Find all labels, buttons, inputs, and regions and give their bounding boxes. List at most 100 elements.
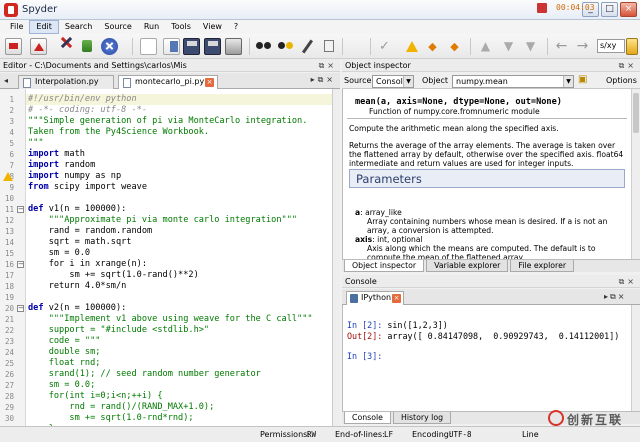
object-inspector-controls[interactable]: ⧉× bbox=[619, 59, 637, 72]
object-inspector-header: Object inspector ⧉× bbox=[342, 59, 640, 72]
code-line: sm = 0.0 bbox=[28, 248, 91, 258]
menu-help[interactable]: ? bbox=[228, 20, 244, 34]
menu-view[interactable]: View bbox=[197, 20, 228, 34]
editor-pane-controls[interactable]: ⧉× bbox=[319, 59, 337, 72]
editor-tab-montecarlo[interactable]: montecarlo_pi.py × bbox=[118, 75, 218, 90]
warning-icon[interactable] bbox=[3, 172, 13, 181]
fold-toggle-icon[interactable]: − bbox=[17, 206, 24, 213]
chevron-down-icon: ▼ bbox=[563, 76, 573, 87]
options-button[interactable]: Options bbox=[606, 76, 637, 85]
menu-search[interactable]: Search bbox=[59, 20, 98, 34]
console-pane-controls[interactable]: ⧉× bbox=[619, 275, 637, 288]
editor-scrollbar[interactable] bbox=[332, 89, 340, 426]
encoding-value: UTF-8 bbox=[449, 430, 472, 439]
encoding-label: Encoding: bbox=[412, 430, 452, 439]
maximize-button[interactable]: □ bbox=[601, 2, 618, 17]
ipython-console[interactable]: In [2]: sin([1,2,3]) Out[2]: array([ 0.8… bbox=[342, 305, 640, 411]
doc-description: Returns the average of the array element… bbox=[349, 141, 624, 168]
working-dir-combo[interactable]: s/xy bbox=[597, 39, 625, 53]
fold-toggle-icon[interactable]: − bbox=[17, 261, 24, 268]
tab-object-inspector[interactable]: Object inspector bbox=[344, 260, 425, 272]
save-icon[interactable] bbox=[183, 38, 200, 55]
code-line: from scipy import weave bbox=[28, 182, 148, 192]
line-label: Line bbox=[522, 430, 539, 439]
menu-edit[interactable]: Edit bbox=[29, 20, 59, 34]
back-icon[interactable]: ← bbox=[553, 38, 570, 55]
close-tab-icon[interactable]: × bbox=[392, 294, 401, 303]
menu-file[interactable]: File bbox=[4, 20, 29, 34]
doc-summary: Compute the arithmetic mean along the sp… bbox=[349, 124, 559, 133]
tab-variable-explorer[interactable]: Variable explorer bbox=[426, 260, 509, 272]
code-line: #!/usr/bin/env python bbox=[28, 94, 137, 104]
editor-tab-controls[interactable]: ▸⧉× bbox=[311, 75, 336, 85]
stop-kernel-icon[interactable] bbox=[537, 3, 547, 13]
warning-icon[interactable] bbox=[403, 38, 420, 55]
tag-icon[interactable] bbox=[321, 38, 338, 55]
run-icon[interactable] bbox=[79, 38, 96, 55]
param-axis-label: axis: int, optional bbox=[355, 235, 423, 244]
code-line: sqrt = math.sqrt bbox=[28, 237, 132, 247]
code-line: srand(1); // seed random number generato… bbox=[28, 369, 261, 379]
open-file-icon[interactable] bbox=[30, 38, 47, 55]
find-replace-icon[interactable] bbox=[277, 38, 294, 55]
arrow-down-icon[interactable]: ▼ bbox=[500, 38, 517, 55]
print-icon[interactable] bbox=[225, 38, 242, 55]
code-line: """Simple generation of pi via MonteCarl… bbox=[28, 116, 308, 126]
stop-icon[interactable] bbox=[101, 38, 118, 55]
line-number: 21 bbox=[4, 315, 14, 324]
check-icon[interactable]: ✓ bbox=[376, 38, 393, 55]
console-tab-controls[interactable]: ▸⧉× bbox=[604, 292, 636, 302]
line-number: 12 bbox=[4, 216, 14, 225]
copy-doc-icon[interactable] bbox=[163, 38, 180, 55]
watermark-logo bbox=[548, 410, 564, 426]
line-number: 10 bbox=[4, 194, 14, 203]
scrollbar-thumb[interactable] bbox=[633, 93, 639, 133]
line-number: 23 bbox=[4, 337, 14, 346]
tab-file-explorer[interactable]: File explorer bbox=[510, 260, 575, 272]
chevron-down-icon: ▼ bbox=[403, 76, 413, 87]
find-icon[interactable] bbox=[255, 38, 272, 55]
code-line: code = """ bbox=[28, 336, 101, 346]
tab-history-log[interactable]: History log bbox=[392, 412, 452, 424]
fold-toggle-icon[interactable]: − bbox=[17, 305, 24, 312]
code-line: sm += sqrt(1.0-rnd*rnd); bbox=[28, 413, 194, 423]
code-line: def v2(n = 100000): bbox=[28, 303, 127, 313]
code-line: Taken from the Py4Science Workbook. bbox=[28, 127, 210, 137]
object-combo[interactable]: numpy.mean ▼ bbox=[452, 75, 574, 88]
console-tab-ipython[interactable]: IPython 1 × bbox=[346, 291, 404, 305]
tab-list-icon[interactable]: ◂ bbox=[4, 76, 8, 85]
editor-tab-interpolation[interactable]: Interpolation.py bbox=[18, 75, 114, 89]
close-tab-icon[interactable]: × bbox=[205, 78, 214, 87]
parameters-section-header: Parameters bbox=[349, 169, 625, 188]
code-editor[interactable]: 1 #!/usr/bin/env python 2 # -*- coding: utf… bbox=[0, 89, 340, 426]
arrow-down-alt-icon[interactable]: ▼ bbox=[522, 38, 539, 55]
lock-icon[interactable]: ▣ bbox=[578, 74, 587, 85]
wand-icon[interactable] bbox=[299, 38, 316, 55]
down-arrow-icon[interactable]: ◆ bbox=[446, 38, 463, 55]
new-doc-icon[interactable] bbox=[140, 38, 157, 55]
object-label: Object bbox=[422, 76, 449, 85]
menu-source[interactable]: Source bbox=[98, 20, 137, 34]
doc-scrollbar[interactable] bbox=[631, 89, 640, 259]
source-combo[interactable]: Console ▼ bbox=[372, 75, 414, 88]
console-pane-header: Console ⧉× bbox=[342, 275, 640, 288]
up-arrow-icon[interactable]: ◆ bbox=[424, 38, 441, 55]
console-scrollbar[interactable] bbox=[631, 305, 640, 411]
code-line: rnd = rand()/(RAND_MAX+1.0); bbox=[28, 402, 215, 412]
menu-run[interactable]: Run bbox=[138, 20, 165, 34]
code-line: import numpy as np bbox=[28, 171, 122, 181]
line-number: 19 bbox=[4, 293, 14, 302]
close-button[interactable]: × bbox=[620, 2, 637, 17]
code-line: sm += sqrt(1.0-rand()**2) bbox=[28, 270, 199, 280]
new-file-icon[interactable] bbox=[5, 38, 22, 55]
object-combo-value: numpy.mean bbox=[456, 77, 508, 86]
inspector-bottom-tabs: Object inspector Variable explorer File … bbox=[342, 259, 640, 272]
save-all-icon[interactable] bbox=[204, 38, 221, 55]
tab-console[interactable]: Console bbox=[344, 412, 391, 424]
forward-icon[interactable]: → bbox=[574, 38, 591, 55]
arrow-up-icon[interactable]: ▲ bbox=[477, 38, 494, 55]
cut-icon[interactable] bbox=[58, 36, 75, 55]
ipython-icon bbox=[350, 294, 358, 303]
browse-dir-icon[interactable] bbox=[626, 38, 638, 55]
menu-tools[interactable]: Tools bbox=[165, 20, 197, 34]
